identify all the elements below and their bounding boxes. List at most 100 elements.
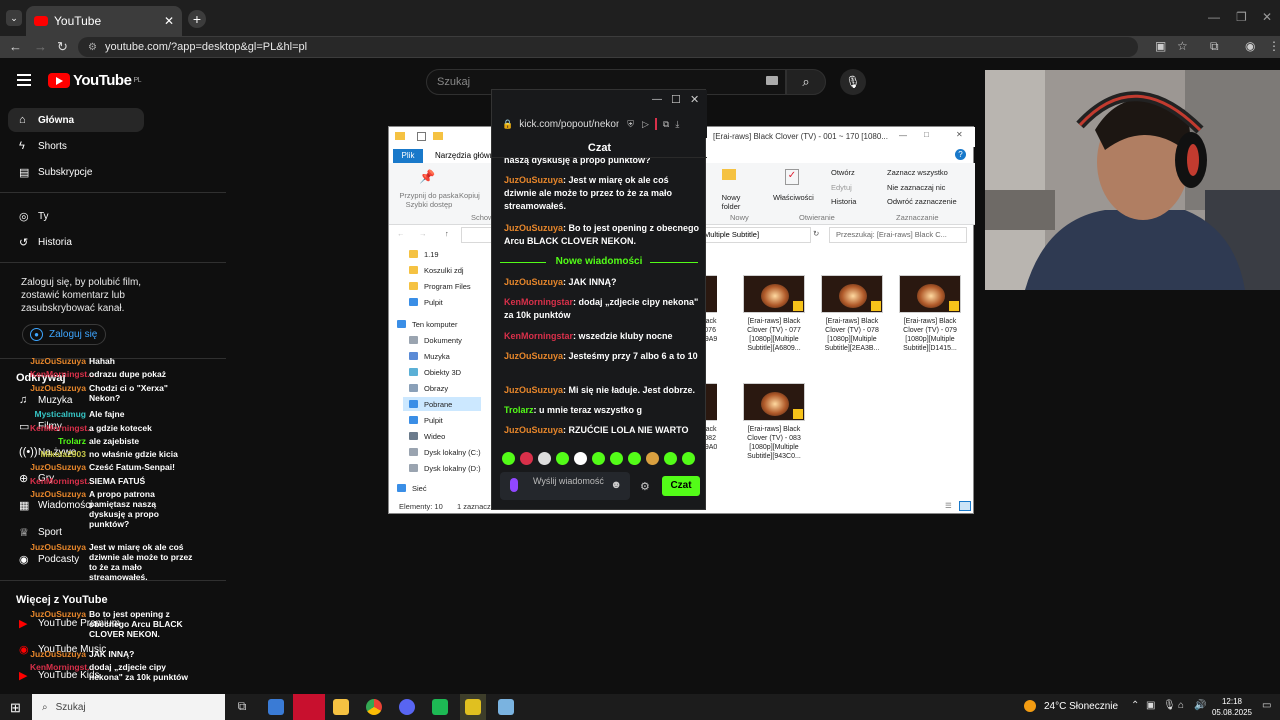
chat-username[interactable]: KenMorningstar [504, 297, 573, 307]
send-icon[interactable]: ▷ [642, 119, 649, 130]
edit-button[interactable]: Edytuj [831, 183, 852, 192]
maximize-icon[interactable]: ☐ [671, 93, 681, 106]
tray-network-icon[interactable]: ⌂ [1178, 700, 1184, 711]
tab-file[interactable]: Plik [393, 149, 423, 163]
sidebar-item-history[interactable]: ↺ Historia [8, 230, 144, 254]
extensions-icon[interactable]: ⧉ [663, 119, 669, 130]
maximize-icon[interactable]: □ [924, 130, 929, 139]
kick-mic-icon[interactable] [510, 478, 518, 492]
properties-quick-icon[interactable] [417, 132, 426, 141]
send-chat-button[interactable]: Czat [662, 476, 700, 496]
browser-menu-icon[interactable]: ⋮ [1268, 39, 1280, 53]
chrome-taskbar-icon[interactable] [366, 699, 382, 715]
tray-chevron-icon[interactable]: ⌃ [1131, 700, 1139, 711]
copy-button[interactable]: Kopiuj [459, 191, 480, 200]
minimize-icon[interactable]: — [1208, 10, 1220, 24]
browser-tab-youtube[interactable]: YouTube ✕ [26, 6, 182, 36]
minimize-icon[interactable]: — [652, 94, 662, 105]
chat-username[interactable]: JuzOuSuzuya [504, 425, 563, 435]
nav-item[interactable]: 1.19 [409, 247, 439, 261]
video-file-item[interactable]: [Erai-raws] Black Clover (TV) - 077 [108… [743, 275, 805, 353]
reload-icon[interactable]: ↻ [57, 39, 68, 55]
sidebar-item-subscriptions[interactable]: ▤ Subskrypcje [8, 160, 144, 184]
emote-icon[interactable] [520, 452, 533, 465]
maximize-icon[interactable]: ❐ [1236, 10, 1247, 24]
youtube-logo[interactable]: YouTube PL [48, 72, 141, 89]
nav-item[interactable]: Pulpit [409, 413, 443, 427]
tab-home[interactable]: Narzędzia główne [435, 151, 499, 160]
taskbar-search[interactable]: ⌕ Szukaj [32, 694, 225, 720]
tab-close-icon[interactable]: ✕ [164, 14, 174, 28]
install-app-icon[interactable]: ▣ [1155, 39, 1166, 53]
nav-item[interactable]: Ten komputer [397, 317, 457, 331]
emote-icon[interactable] [574, 452, 587, 465]
help-icon[interactable]: ? [955, 149, 966, 160]
video-file-item[interactable]: [Erai-raws] Black Clover (TV) - 083 [108… [743, 383, 805, 461]
hamburger-menu-icon[interactable] [17, 74, 31, 86]
select-none-button[interactable]: Nie zaznaczaj nic [887, 183, 945, 192]
profile-icon[interactable]: ◉ [1245, 39, 1255, 53]
extensions-icon[interactable]: ⧉ [1210, 39, 1219, 54]
notepad-taskbar-icon[interactable] [498, 699, 514, 715]
nav-item[interactable]: Pulpit [409, 295, 443, 309]
video-file-item[interactable]: [Erai-raws] Black Clover (TV) - 079 [108… [899, 275, 961, 353]
app-green-taskbar-icon[interactable] [432, 699, 448, 715]
site-info-icon[interactable]: ⚙ [88, 42, 97, 53]
nav-item[interactable]: Sieć [397, 481, 427, 495]
back-icon[interactable]: ← [9, 39, 22, 54]
emote-icon[interactable] [502, 452, 515, 465]
nav-item[interactable]: Wideo [409, 429, 445, 443]
close-icon[interactable]: ✕ [956, 130, 963, 139]
tray-mic-icon[interactable]: 🎙 [1163, 700, 1176, 711]
new-folder-button[interactable]: Nowy folder [715, 193, 747, 211]
chat-username[interactable]: KenMorningstar [504, 331, 573, 341]
emote-icon[interactable] [556, 452, 569, 465]
discord-taskbar-icon[interactable] [399, 699, 415, 715]
refresh-icon[interactable]: ↻ [813, 229, 819, 238]
chat-username[interactable]: JuzOuSuzuya [504, 175, 563, 185]
nav-item[interactable]: Muzyka [409, 349, 450, 363]
nav-item[interactable]: Dysk lokalny (D:) [409, 461, 481, 475]
tray-volume-icon[interactable]: 🔊 [1194, 700, 1206, 711]
search-button[interactable]: ⌕ [786, 69, 826, 95]
nav-item[interactable]: Dysk lokalny (C:) [409, 445, 481, 459]
chat-username[interactable]: Trolarz [504, 405, 534, 415]
select-all-button[interactable]: Zaznacz wszystko [887, 168, 948, 177]
nav-item[interactable]: Koszulki zdj [409, 263, 464, 277]
bookmark-star-icon[interactable]: ☆ [1177, 39, 1188, 53]
close-icon[interactable]: ✕ [690, 93, 699, 106]
explorer-search-input[interactable]: Przeszukaj: [Erai-raws] Black C... [829, 227, 967, 243]
tray-app-icon[interactable]: ▣ [1146, 700, 1155, 711]
address-bar[interactable]: ⚙ youtube.com/?app=desktop&gl=PL&hl=pl [78, 37, 1138, 57]
chat-username[interactable]: JuzOuSuzuya [504, 351, 563, 361]
emote-icon[interactable] [538, 452, 551, 465]
minimize-icon[interactable]: — [899, 131, 907, 140]
properties-button[interactable]: Właściwości [773, 193, 814, 202]
download-icon[interactable]: ⤓ [675, 119, 679, 130]
pin-quick-access-button[interactable]: Przypnij do paska Szybki dostęp [393, 191, 465, 209]
emote-icon[interactable] [664, 452, 677, 465]
signin-button[interactable]: ● Zaloguj się [22, 324, 106, 345]
forward-icon[interactable]: → [34, 39, 47, 54]
taskbar-clock[interactable]: 12:18 05.08.2025 [1210, 696, 1254, 718]
chat-username[interactable]: JuzOuSuzuya [504, 385, 563, 395]
notifications-icon[interactable]: ▭ [1262, 700, 1271, 711]
history-button[interactable]: Historia [831, 197, 856, 206]
sidebar-item-you[interactable]: ◎ Ty [8, 204, 144, 228]
popup-address-bar[interactable]: 🔒 kick.com/popout/nekon ⛨ ▷ ⧉ ⤓ [492, 110, 707, 138]
settings-gear-icon[interactable]: ⚙ [640, 480, 650, 493]
large-icons-view-icon[interactable] [959, 501, 971, 511]
new-folder-quick-icon[interactable] [433, 132, 443, 140]
video-file-item[interactable]: [Erai-raws] Black Clover (TV) - 078 [108… [821, 275, 883, 353]
sidebar-item-home[interactable]: ⌂ Główna [8, 108, 144, 132]
emote-icon[interactable] [592, 452, 605, 465]
file-explorer-taskbar-icon[interactable] [333, 699, 349, 715]
nav-item[interactable]: Pobrane [403, 397, 481, 411]
nav-item[interactable]: Obiekty 3D [409, 365, 461, 379]
back-icon[interactable]: ← [397, 229, 405, 238]
forward-icon[interactable]: → [419, 229, 427, 238]
close-window-icon[interactable]: ✕ [1262, 10, 1272, 24]
emoji-icon[interactable]: ☻ [610, 479, 622, 491]
chat-input[interactable]: Wyślij wiadomość ☻ [500, 472, 630, 500]
keyboard-icon[interactable] [766, 76, 778, 85]
